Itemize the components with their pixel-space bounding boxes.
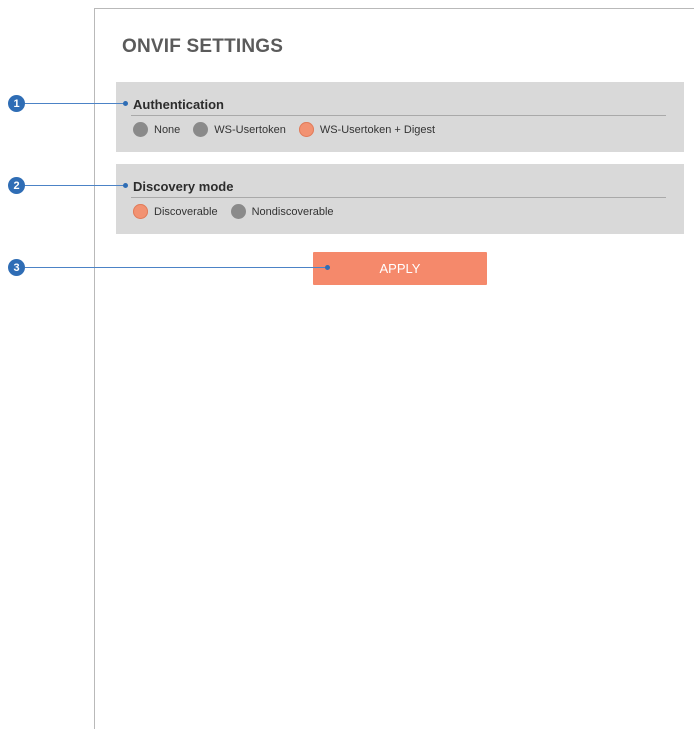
section-divider	[131, 115, 666, 116]
authentication-options: None WS-Usertoken WS-Usertoken + Digest	[133, 122, 448, 137]
callout-line	[25, 103, 126, 104]
authentication-panel: Authentication None WS-Usertoken WS-User…	[116, 82, 684, 152]
section-divider	[131, 197, 666, 198]
discovery-label: Discovery mode	[133, 179, 234, 194]
callout-number-3: 3	[8, 259, 25, 276]
radio-button-icon[interactable]	[193, 122, 209, 137]
discovery-options: Discoverable Nondiscoverable	[133, 204, 347, 219]
callout-anchor-dot	[325, 265, 330, 270]
radio-label: WS-Usertoken + Digest	[319, 123, 436, 136]
radio-label: WS-Usertoken	[214, 123, 286, 136]
radio-label: Discoverable	[154, 205, 218, 218]
radio-discoverable[interactable]: Discoverable	[133, 204, 218, 219]
radio-auth-ws-usertoken[interactable]: WS-Usertoken	[193, 122, 286, 137]
callout-line	[25, 267, 327, 268]
page-title: ONVIF SETTINGS	[122, 36, 284, 57]
radio-button-icon[interactable]	[133, 122, 148, 137]
radio-auth-none[interactable]: None	[133, 122, 180, 137]
radio-button-selected-icon[interactable]	[298, 122, 314, 137]
authentication-label: Authentication	[133, 97, 224, 112]
callout-number-2: 2	[8, 177, 25, 194]
apply-button[interactable]: APPLY	[313, 252, 487, 285]
callout-line	[25, 185, 126, 186]
callout-anchor-dot	[123, 183, 128, 188]
discovery-panel: Discovery mode Discoverable Nondiscovera…	[116, 164, 684, 234]
radio-auth-ws-usertoken-digest[interactable]: WS-Usertoken + Digest	[298, 122, 436, 137]
radio-button-selected-icon[interactable]	[133, 204, 148, 219]
radio-label: Nondiscoverable	[251, 205, 334, 218]
callout-anchor-dot	[123, 101, 128, 106]
radio-label: None	[154, 123, 181, 136]
callout-number-1: 1	[8, 95, 25, 112]
radio-button-icon[interactable]	[230, 204, 246, 219]
radio-nondiscoverable[interactable]: Nondiscoverable	[230, 204, 334, 219]
